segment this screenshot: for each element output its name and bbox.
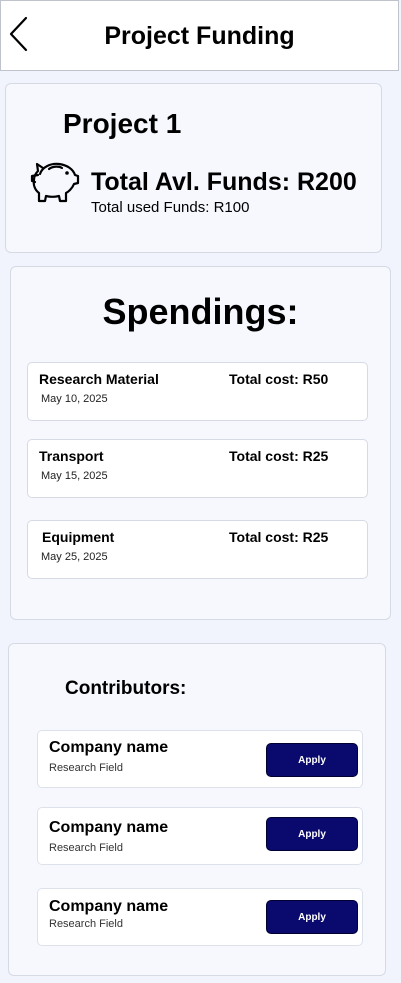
project-name: Project 1 (63, 108, 182, 139)
project-card: Project 1 Total Avl. Funds: R200 Total u… (5, 83, 382, 253)
company-field: Research Field (49, 842, 123, 854)
app-header: Project Funding (0, 0, 399, 71)
company-name: Company name (49, 898, 169, 915)
spending-name: Transport (39, 448, 104, 464)
company-name: Company name (49, 819, 169, 836)
spending-name: Equipment (42, 529, 115, 545)
spending-item[interactable]: Equipment Total cost: R25 May 25, 2025 (27, 520, 368, 579)
spending-date: May 15, 2025 (41, 470, 108, 482)
spending-name: Research Material (39, 371, 159, 387)
spending-cost: Total cost: R25 (229, 529, 329, 545)
page-title: Project Funding (104, 22, 295, 50)
contributors-heading: Contributors: (65, 678, 187, 699)
apply-button[interactable]: Apply (266, 900, 358, 934)
spending-date: May 10, 2025 (41, 393, 108, 405)
spending-cost: Total cost: R50 (229, 371, 329, 387)
piggy-bank-icon (30, 162, 80, 203)
spendings-card: Spendings: Research Material Total cost:… (10, 266, 391, 620)
spending-date: May 25, 2025 (41, 551, 108, 563)
apply-button[interactable]: Apply (266, 743, 358, 777)
contributor-item: Company name Research Field Apply (37, 807, 363, 865)
spending-item[interactable]: Research Material Total cost: R50 May 10… (27, 362, 368, 421)
company-field: Research Field (49, 918, 123, 930)
spending-item[interactable]: Transport Total cost: R25 May 15, 2025 (27, 439, 368, 498)
company-name: Company name (49, 739, 169, 756)
used-funds: Total used Funds: R100 (91, 199, 250, 216)
spending-cost: Total cost: R25 (229, 448, 329, 464)
apply-button[interactable]: Apply (266, 817, 358, 851)
spendings-heading: Spendings: (102, 291, 299, 332)
available-funds: Total Avl. Funds: R200 (91, 168, 357, 196)
company-field: Research Field (49, 762, 123, 774)
contributors-card: Contributors: Company name Research Fiel… (8, 643, 386, 976)
contributor-item: Company name Research Field Apply (37, 888, 363, 946)
contributor-item: Company name Research Field Apply (37, 730, 363, 788)
